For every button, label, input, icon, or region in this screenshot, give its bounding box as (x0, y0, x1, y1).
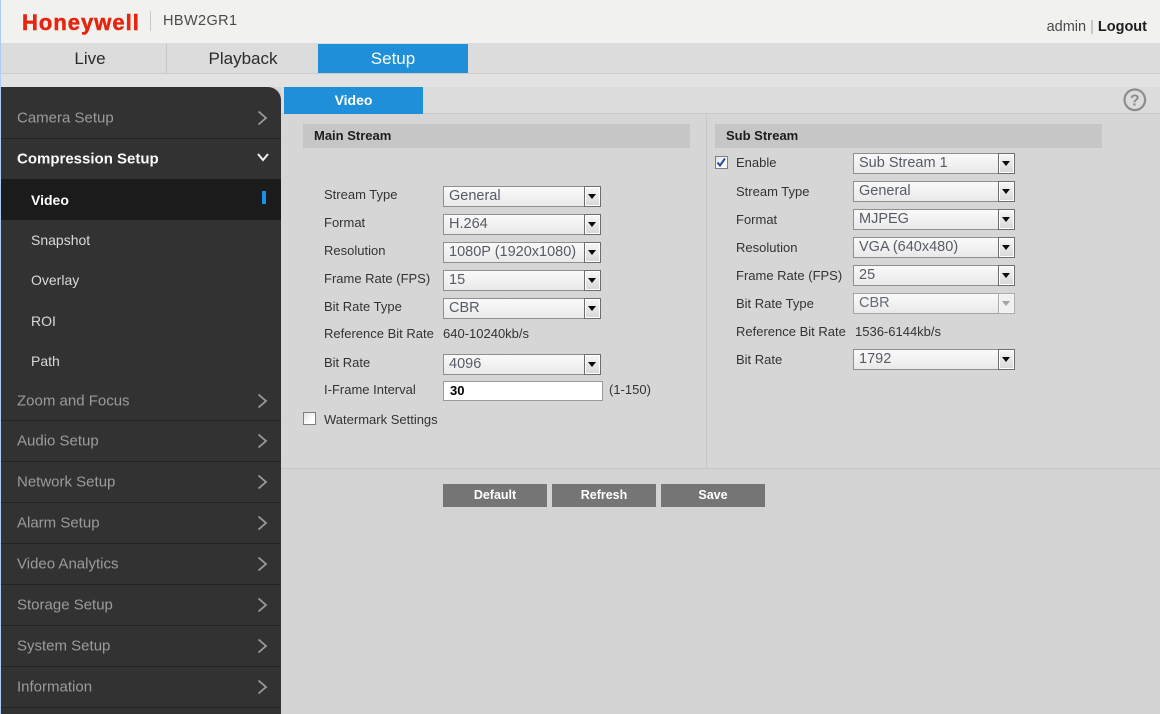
svg-text:?: ? (1130, 93, 1140, 110)
